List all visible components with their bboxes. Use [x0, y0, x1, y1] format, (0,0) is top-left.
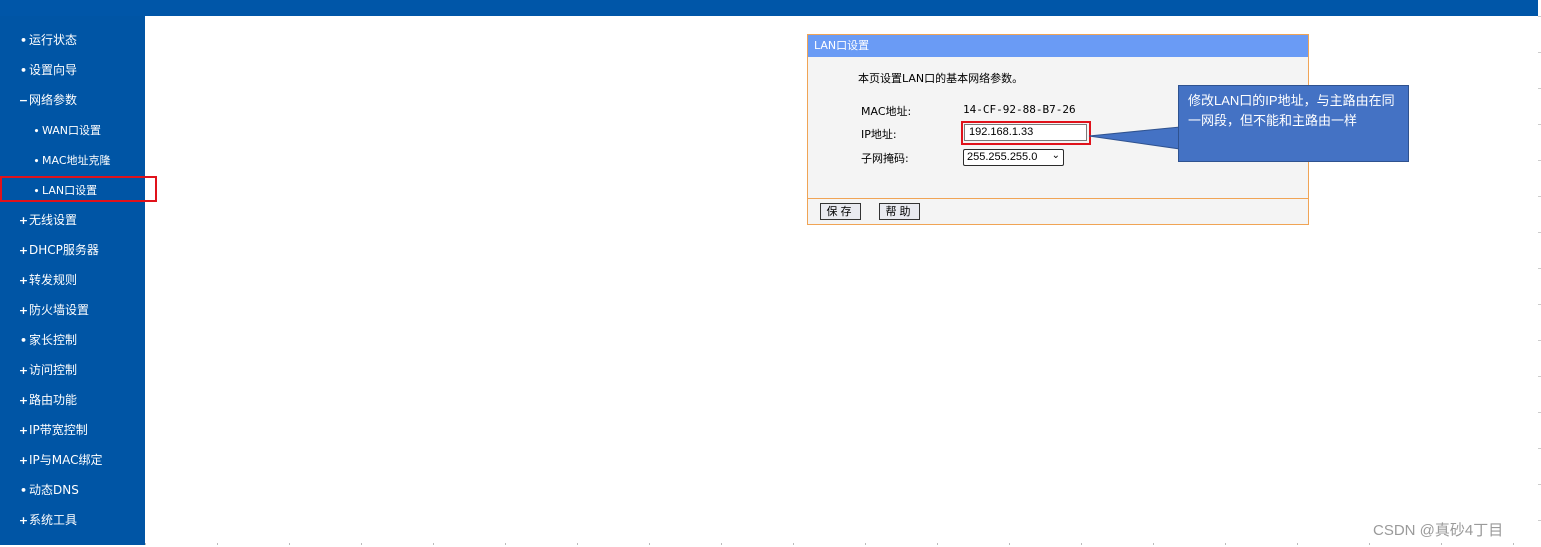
lan-menu-highlight — [0, 176, 157, 202]
sidebar-item-label: 网络参数 — [29, 93, 78, 107]
top-banner — [0, 0, 1538, 16]
subnet-mask-value: 255.255.255.0 — [967, 151, 1038, 163]
panel-title: LAN口设置 — [808, 35, 1308, 57]
sidebar-item-label: WAN口设置 — [42, 124, 102, 137]
expand-icon: + — [18, 274, 29, 287]
sidebar-item-label: MAC地址克隆 — [42, 154, 111, 167]
content-corner — [145, 16, 205, 76]
sidebar-item-label: DHCP服务器 — [29, 243, 99, 257]
sidebar-item-system-tools[interactable]: +系统工具 — [18, 510, 77, 530]
sidebar-item-label: 系统工具 — [29, 513, 78, 527]
sidebar-item-status[interactable]: • 运行状态 — [18, 30, 77, 50]
mac-value: 14-CF-92-88-B7-26 — [963, 103, 1076, 116]
sidebar-item-access-control[interactable]: +访问控制 — [18, 360, 77, 380]
sidebar-item-wireless[interactable]: +无线设置 — [18, 210, 77, 230]
help-button[interactable]: 帮助 — [879, 203, 920, 220]
sidebar-item-label: 运行状态 — [29, 33, 78, 47]
annotation-callout: 修改LAN口的IP地址，与主路由在同一网段，但不能和主路由一样 — [1178, 85, 1409, 162]
expand-icon: + — [18, 304, 29, 317]
sidebar-item-label: 转发规则 — [29, 273, 78, 287]
footer-divider — [808, 198, 1308, 199]
mac-label: MAC地址: — [861, 105, 912, 118]
sidebar-item-label: 访问控制 — [29, 363, 78, 377]
callout-text: 修改LAN口的IP地址，与主路由在同一网段，但不能和主路由一样 — [1188, 93, 1395, 128]
save-button[interactable]: 保存 — [820, 203, 861, 220]
sidebar-item-label: 动态DNS — [29, 483, 79, 497]
expand-icon: + — [18, 424, 29, 437]
sidebar-item-ddns[interactable]: • 动态DNS — [18, 480, 79, 500]
mask-label: 子网掩码: — [861, 152, 909, 165]
subnet-mask-select[interactable]: 255.255.255.0 ⌄ — [963, 149, 1064, 166]
sidebar-item-network[interactable]: −网络参数 — [18, 90, 77, 110]
sidebar-item-label: IP带宽控制 — [29, 423, 88, 437]
sidebar-item-mac-clone[interactable]: • MAC地址克隆 — [31, 150, 111, 170]
sidebar-item-bandwidth[interactable]: +IP带宽控制 — [18, 420, 88, 440]
expand-icon: + — [18, 214, 29, 227]
expand-icon: + — [18, 244, 29, 257]
bullet-icon: • — [33, 157, 40, 167]
bullet-icon: • — [19, 64, 28, 77]
sidebar-item-forwarding[interactable]: +转发规则 — [18, 270, 77, 290]
sidebar-item-label: 防火墙设置 — [29, 303, 90, 317]
sidebar-item-setup-wizard[interactable]: • 设置向导 — [18, 60, 77, 80]
expand-icon: + — [18, 514, 29, 527]
sidebar-item-parental[interactable]: • 家长控制 — [18, 330, 77, 350]
sidebar-item-label: IP与MAC绑定 — [29, 453, 103, 467]
watermark: CSDN @真砂4丁目 — [1373, 522, 1504, 539]
bullet-icon: • — [19, 334, 28, 347]
sidebar-item-label: 设置向导 — [29, 63, 78, 77]
expand-icon: + — [18, 364, 29, 377]
collapse-icon: − — [18, 94, 29, 107]
bottom-divider — [145, 543, 1538, 545]
bullet-icon: • — [33, 127, 40, 137]
bullet-icon: • — [19, 484, 28, 497]
bullet-icon: • — [19, 34, 28, 47]
sidebar-item-dhcp[interactable]: +DHCP服务器 — [18, 240, 99, 260]
panel-intro: 本页设置LAN口的基本网络参数。 — [858, 72, 1024, 85]
sidebar-item-label: 路由功能 — [29, 393, 78, 407]
callout-pointer — [1088, 126, 1181, 150]
sidebar-item-wan[interactable]: • WAN口设置 — [31, 120, 101, 140]
ip-label: IP地址: — [861, 128, 897, 141]
sidebar-item-label: 家长控制 — [29, 333, 78, 347]
sidebar-item-routing[interactable]: +路由功能 — [18, 390, 77, 410]
ip-input-highlight — [961, 121, 1091, 145]
sidebar-item-ip-mac-binding[interactable]: +IP与MAC绑定 — [18, 450, 103, 470]
sidebar-item-firewall[interactable]: +防火墙设置 — [18, 300, 89, 320]
sidebar-item-label: 无线设置 — [29, 213, 78, 227]
expand-icon: + — [18, 454, 29, 467]
expand-icon: + — [18, 394, 29, 407]
chevron-down-icon: ⌄ — [1051, 150, 1060, 161]
